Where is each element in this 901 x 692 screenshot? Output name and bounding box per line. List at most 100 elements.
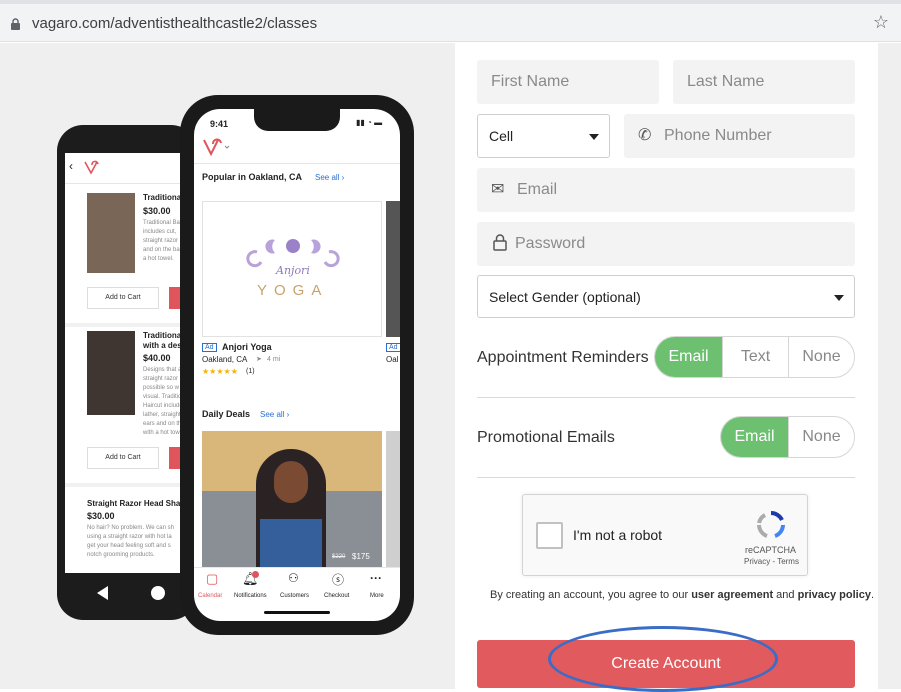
- home-indicator: [264, 611, 330, 614]
- phone-back-screen: ‹ Traditional B $30.00 Traditional Ba in…: [65, 153, 189, 573]
- item3-price: $30.00: [87, 511, 115, 521]
- phone-type-value: Cell: [489, 128, 514, 144]
- notification-dot: [252, 571, 259, 578]
- vagaro-logo-icon: [84, 160, 99, 175]
- phone-number-placeholder: Phone Number: [664, 127, 772, 144]
- bookmark-star-icon[interactable]: ☆: [873, 12, 889, 33]
- item1-price: $30.00: [143, 206, 171, 216]
- chevron-down-icon: [589, 134, 599, 140]
- phone-back: ‹ Traditional B $30.00 Traditional Ba in…: [57, 125, 197, 620]
- recaptcha-widget: I'm not a robot reCAPTCHA Privacy - Term…: [522, 494, 808, 576]
- promotional-emails-toggle[interactable]: Email None: [720, 416, 855, 458]
- ad-badge: Ad: [202, 343, 217, 352]
- android-back-icon[interactable]: [97, 586, 108, 600]
- appointment-option-email[interactable]: Email: [655, 337, 722, 377]
- phone-front: 9:41 ▮▮ ◔ ▬ Popular in Oakland, CA See a…: [180, 95, 414, 635]
- ad-badge-peek: Ad: [386, 343, 400, 352]
- daily-deals-title: Daily Deals: [202, 409, 251, 419]
- envelope-icon: ✉: [491, 181, 505, 198]
- promo-option-none[interactable]: None: [788, 417, 854, 457]
- barber-photo-1: [87, 193, 135, 273]
- next-deal-peek: [386, 431, 400, 567]
- last-name-input[interactable]: Last Name: [673, 60, 855, 104]
- terms-text: and: [773, 589, 798, 601]
- business-name[interactable]: Anjori Yoga: [222, 342, 272, 352]
- item3-desc-line: No hair? No problem. We can sh: [87, 525, 174, 531]
- url-text[interactable]: vagaro.com/adventisthealthcastle2/classe…: [32, 15, 317, 32]
- deal-price: $175: [352, 552, 370, 561]
- bottom-tab-bar: ▢ Calendar 🔔︎ Notifications ⚇ Customers …: [194, 569, 400, 609]
- appointment-reminders-toggle[interactable]: Email Text None: [654, 336, 855, 378]
- user-agreement-link[interactable]: user agreement: [691, 589, 773, 601]
- terms-notice: By creating an account, you agree to our…: [490, 589, 874, 601]
- item2-desc-line: Designs that a: [143, 367, 182, 373]
- item3-desc-line: get your head feeling soft and s: [87, 543, 171, 549]
- item1-desc-line: Traditional Ba: [143, 220, 180, 226]
- tab-notifications[interactable]: Notifications: [234, 593, 267, 599]
- password-input[interactable]: Password: [477, 222, 855, 266]
- rating-count: (1): [246, 368, 255, 375]
- divider: [477, 477, 855, 478]
- daily-deals-see-all-link[interactable]: See all ›: [260, 410, 289, 419]
- deal-card-image[interactable]: $220 $175: [202, 431, 382, 567]
- yoga-card-image[interactable]: Anjori YOGA: [202, 201, 382, 337]
- promo-option-email[interactable]: Email: [721, 417, 788, 457]
- phone-number-input[interactable]: ✆ Phone Number: [624, 114, 855, 158]
- item3-title: Straight Razor Head Shave: [87, 499, 189, 508]
- divider: [477, 397, 855, 398]
- item3-desc-line: using a straight razor with hot la: [87, 534, 172, 540]
- android-home-icon[interactable]: [151, 586, 165, 600]
- status-time: 9:41: [210, 119, 229, 129]
- business-location: Oakland, CA: [202, 355, 248, 364]
- item2-desc-line: visual. Traditio: [143, 394, 182, 400]
- item2-desc-line: lather, straight: [143, 412, 181, 418]
- item2-desc-line: possible so w: [143, 385, 180, 391]
- phone-type-select[interactable]: Cell: [477, 114, 610, 158]
- gender-select-value: Select Gender (optional): [489, 289, 641, 305]
- item3-desc-line: notch grooming products.: [87, 552, 155, 558]
- page-margin: [878, 43, 901, 689]
- add-to-cart-button[interactable]: Add to Cart: [87, 447, 159, 469]
- highlight-annotation-oval: [548, 626, 778, 692]
- android-nav-bar: [57, 572, 197, 620]
- appointment-option-none[interactable]: None: [788, 337, 854, 377]
- checkout-dollar-icon[interactable]: ⓢ: [332, 571, 344, 588]
- tab-more[interactable]: More: [370, 593, 384, 599]
- recaptcha-privacy-terms-links[interactable]: Privacy - Terms: [744, 557, 799, 566]
- popular-see-all-link[interactable]: See all ›: [315, 173, 344, 182]
- address-bar[interactable]: vagaro.com/adventisthealthcastle2/classe…: [0, 4, 901, 42]
- first-name-input[interactable]: First Name: [477, 60, 659, 104]
- customers-icon[interactable]: ⚇: [288, 571, 299, 585]
- lock-icon: [493, 234, 507, 251]
- password-placeholder: Password: [515, 235, 586, 252]
- tab-checkout[interactable]: Checkout: [324, 593, 349, 599]
- chevron-down-icon: [834, 295, 844, 301]
- back-arrow-icon: ‹: [69, 159, 73, 173]
- business-distance: 4 mi: [267, 356, 281, 363]
- recaptcha-label: I'm not a robot: [573, 527, 663, 543]
- add-to-cart-button[interactable]: Add to Cart: [87, 287, 159, 309]
- item1-desc-line: straight razor: [143, 238, 179, 244]
- location-arrow-icon: ➤: [256, 356, 262, 363]
- item2-desc-line: straight razor: [143, 376, 179, 382]
- item2-price: $40.00: [143, 353, 171, 363]
- appointment-option-text[interactable]: Text: [722, 337, 788, 377]
- tab-customers[interactable]: Customers: [280, 593, 309, 599]
- email-input[interactable]: ✉ Email: [477, 168, 855, 212]
- yoga-logo-script: Anjori: [276, 264, 310, 277]
- gender-select[interactable]: Select Gender (optional): [477, 275, 855, 318]
- tab-calendar[interactable]: Calendar: [198, 593, 222, 599]
- item2-desc-line: ears and on th: [143, 421, 182, 427]
- item1-desc-line: includes cut,: [143, 229, 177, 235]
- yoga-logo-word: YOGA: [257, 282, 329, 299]
- deal-old-price: $220: [332, 554, 346, 560]
- item1-desc-line: a hot towel.: [143, 256, 174, 262]
- promotional-emails-label: Promotional Emails: [477, 429, 615, 446]
- terms-text: .: [870, 589, 875, 601]
- phone-icon: ✆: [638, 127, 652, 144]
- calendar-icon[interactable]: ▢: [206, 571, 218, 587]
- privacy-policy-link[interactable]: privacy policy: [798, 589, 871, 601]
- more-dots-icon[interactable]: ···: [370, 571, 382, 585]
- recaptcha-checkbox[interactable]: [536, 522, 563, 549]
- appointment-reminders-label: Appointment Reminders: [477, 349, 649, 366]
